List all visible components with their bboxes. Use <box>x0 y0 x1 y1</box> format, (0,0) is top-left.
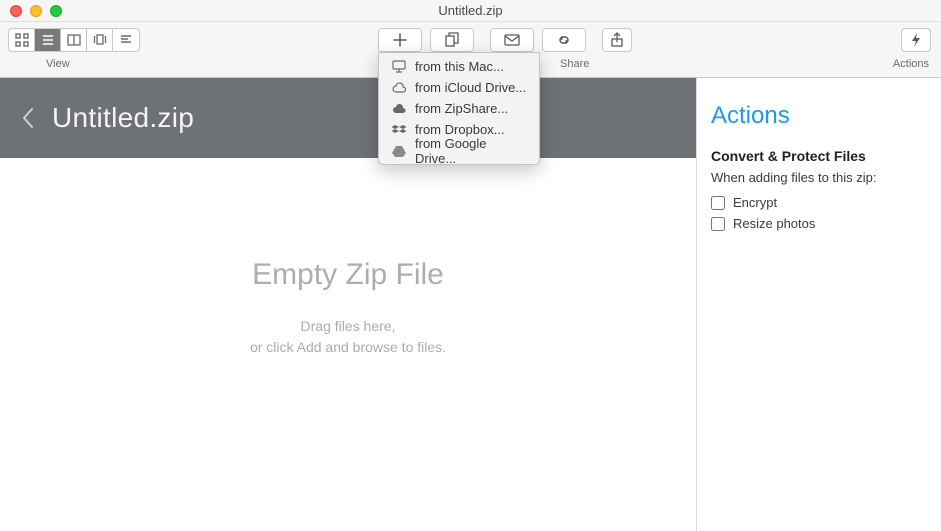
add-button[interactable] <box>378 28 422 52</box>
actions-label: Actions <box>893 58 929 70</box>
add-dropdown-menu: from this Mac... from iCloud Drive... fr… <box>378 52 540 165</box>
copy-button[interactable] <box>430 28 474 52</box>
window-title: Untitled.zip <box>0 3 941 18</box>
dropbox-icon <box>391 123 407 137</box>
chevron-left-icon <box>21 106 35 130</box>
dropdown-item-googledrive[interactable]: from Google Drive... <box>379 140 539 161</box>
back-button[interactable] <box>18 103 38 133</box>
mail-button[interactable] <box>490 28 534 52</box>
compact-list-icon <box>118 32 134 48</box>
plus-icon <box>391 32 409 48</box>
googledrive-icon <box>391 144 407 158</box>
view-mode-selector <box>8 28 140 52</box>
view-compact-button[interactable] <box>113 29 139 51</box>
link-icon <box>555 32 573 48</box>
titlebar: Untitled.zip <box>0 0 941 22</box>
view-list-button[interactable] <box>35 29 61 51</box>
view-columns-button[interactable] <box>61 29 87 51</box>
dropdown-item-mac[interactable]: from this Mac... <box>379 56 539 77</box>
columns-icon <box>66 32 82 48</box>
dropzone-title: Empty Zip File <box>252 258 444 292</box>
cloud-icon <box>391 81 407 95</box>
resize-checkbox[interactable] <box>711 217 725 231</box>
file-header: Untitled.zip <box>0 78 696 158</box>
dropdown-item-label: from this Mac... <box>415 59 504 74</box>
right-toolbar <box>901 28 931 52</box>
file-title: Untitled.zip <box>52 102 194 134</box>
encrypt-option[interactable]: Encrypt <box>711 195 927 210</box>
grid-icon <box>14 32 30 48</box>
list-icon <box>40 32 56 48</box>
dropdown-item-icloud[interactable]: from iCloud Drive... <box>379 77 539 98</box>
dropzone-hint-2: or click Add and browse to files. <box>250 337 446 358</box>
main-pane: Untitled.zip Empty Zip File Drag files h… <box>0 78 696 531</box>
share-button[interactable] <box>602 28 632 52</box>
lightning-icon <box>907 32 925 48</box>
dropdown-item-label: from Google Drive... <box>415 136 527 166</box>
encrypt-label: Encrypt <box>733 195 777 210</box>
link-button[interactable] <box>542 28 586 52</box>
zipshare-icon <box>391 102 407 116</box>
drop-zone[interactable]: Empty Zip File Drag files here, or click… <box>0 158 696 531</box>
encrypt-checkbox[interactable] <box>711 196 725 210</box>
share-icon <box>608 32 626 48</box>
sidebar-section-title: Convert & Protect Files <box>711 148 927 164</box>
dropdown-item-label: from iCloud Drive... <box>415 80 526 95</box>
actions-button[interactable] <box>901 28 931 52</box>
dropdown-item-label: from ZipShare... <box>415 101 508 116</box>
actions-sidebar: Actions Convert & Protect Files When add… <box>696 78 941 531</box>
sidebar-section-subtitle: When adding files to this zip: <box>711 170 927 185</box>
view-grid-button[interactable] <box>9 29 35 51</box>
dropzone-hint-1: Drag files here, <box>301 316 396 337</box>
center-toolbar <box>378 28 632 52</box>
sidebar-title: Actions <box>711 102 927 130</box>
coverflow-icon <box>92 32 108 48</box>
monitor-icon <box>391 60 407 74</box>
view-label: View <box>46 58 70 70</box>
toolbar: View Share Actions from this Mac... <box>0 22 941 78</box>
resize-label: Resize photos <box>733 216 815 231</box>
copy-icon <box>443 32 461 48</box>
dropdown-item-zipshare[interactable]: from ZipShare... <box>379 98 539 119</box>
mail-icon <box>503 32 521 48</box>
share-label: Share <box>560 58 589 70</box>
resize-option[interactable]: Resize photos <box>711 216 927 231</box>
view-coverflow-button[interactable] <box>87 29 113 51</box>
